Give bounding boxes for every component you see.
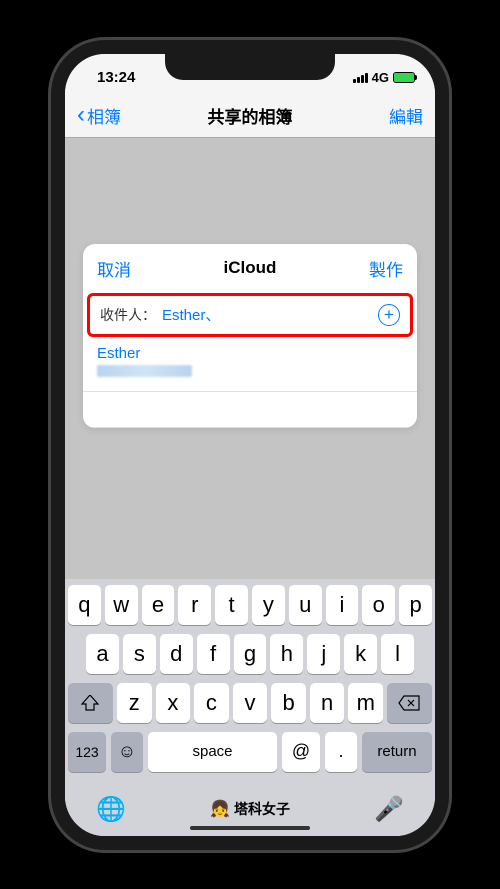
key-o[interactable]: o	[362, 585, 395, 625]
signal-icon	[353, 73, 368, 83]
suggestion-name: Esther	[97, 345, 403, 362]
key-y[interactable]: y	[252, 585, 285, 625]
key-m[interactable]: m	[348, 683, 383, 723]
status-time: 13:24	[85, 69, 135, 86]
key-w[interactable]: w	[105, 585, 138, 625]
list-item	[83, 392, 417, 428]
key-d[interactable]: d	[160, 634, 193, 674]
page-title: 共享的相簿	[208, 103, 293, 128]
key-l[interactable]: l	[381, 634, 414, 674]
edit-button[interactable]: 編輯	[389, 103, 423, 128]
at-key[interactable]: @	[282, 732, 320, 772]
shift-icon	[81, 695, 99, 711]
key-r[interactable]: r	[178, 585, 211, 625]
create-button[interactable]: 製作	[369, 256, 403, 281]
key-v[interactable]: v	[233, 683, 268, 723]
contact-suggestion[interactable]: Esther	[83, 337, 417, 392]
status-right: 4G	[353, 70, 415, 85]
globe-icon[interactable]: 🌐	[96, 795, 126, 824]
key-i[interactable]: i	[326, 585, 359, 625]
cancel-button[interactable]: 取消	[97, 256, 131, 281]
delete-key[interactable]	[387, 683, 432, 723]
space-key[interactable]: space	[148, 732, 277, 772]
add-contact-icon[interactable]: +	[378, 304, 400, 326]
mic-icon[interactable]: 🎤	[374, 795, 404, 824]
key-t[interactable]: t	[215, 585, 248, 625]
key-g[interactable]: g	[234, 634, 267, 674]
recipients-field[interactable]: 收件人： Esther、 +	[87, 293, 413, 337]
key-q[interactable]: q	[68, 585, 101, 625]
recipients-label: 收件人：	[100, 305, 156, 325]
nav-bar: ‹ 相簿 共享的相簿 編輯	[65, 94, 435, 138]
chevron-left-icon: ‹	[77, 103, 85, 127]
back-label: 相簿	[87, 103, 121, 128]
key-j[interactable]: j	[307, 634, 340, 674]
key-z[interactable]: z	[117, 683, 152, 723]
key-a[interactable]: a	[86, 634, 119, 674]
back-button[interactable]: ‹ 相簿	[77, 103, 121, 128]
key-n[interactable]: n	[310, 683, 345, 723]
sheet-title: iCloud	[224, 258, 277, 278]
keyboard-bottom: 🌐 👧 塔科女子 🎤	[68, 781, 432, 832]
key-s[interactable]: s	[123, 634, 156, 674]
backspace-icon	[398, 695, 420, 711]
keyboard: qwertyuiop asdfghjkl zxcvbnm 123 ☺ space…	[65, 579, 435, 836]
notch	[165, 54, 335, 80]
key-k[interactable]: k	[344, 634, 377, 674]
watermark-text: 塔科女子	[234, 799, 290, 819]
key-e[interactable]: e	[142, 585, 175, 625]
sheet-header: 取消 iCloud 製作	[83, 244, 417, 293]
key-c[interactable]: c	[194, 683, 229, 723]
dot-key[interactable]: .	[325, 732, 357, 772]
network-label: 4G	[372, 70, 389, 85]
battery-icon	[393, 72, 415, 83]
key-h[interactable]: h	[270, 634, 303, 674]
watermark-icon: 👧	[210, 799, 230, 819]
numbers-key[interactable]: 123	[68, 732, 106, 772]
key-p[interactable]: p	[399, 585, 432, 625]
home-indicator[interactable]	[190, 826, 310, 830]
recipients-value: Esther、	[156, 304, 378, 325]
return-key[interactable]: return	[362, 732, 432, 772]
icloud-sheet: 取消 iCloud 製作 收件人： Esther、 + Esther	[83, 244, 417, 428]
key-x[interactable]: x	[156, 683, 191, 723]
suggestion-detail-blurred	[97, 365, 192, 377]
key-f[interactable]: f	[197, 634, 230, 674]
key-b[interactable]: b	[271, 683, 306, 723]
screen: 13:24 4G ‹ 相簿 共享的相簿 編輯 取消 iCloud 製作	[65, 54, 435, 836]
key-u[interactable]: u	[289, 585, 322, 625]
emoji-key[interactable]: ☺	[111, 732, 143, 772]
watermark: 👧 塔科女子	[210, 799, 290, 819]
phone-frame: 13:24 4G ‹ 相簿 共享的相簿 編輯 取消 iCloud 製作	[51, 40, 449, 850]
shift-key[interactable]	[68, 683, 113, 723]
